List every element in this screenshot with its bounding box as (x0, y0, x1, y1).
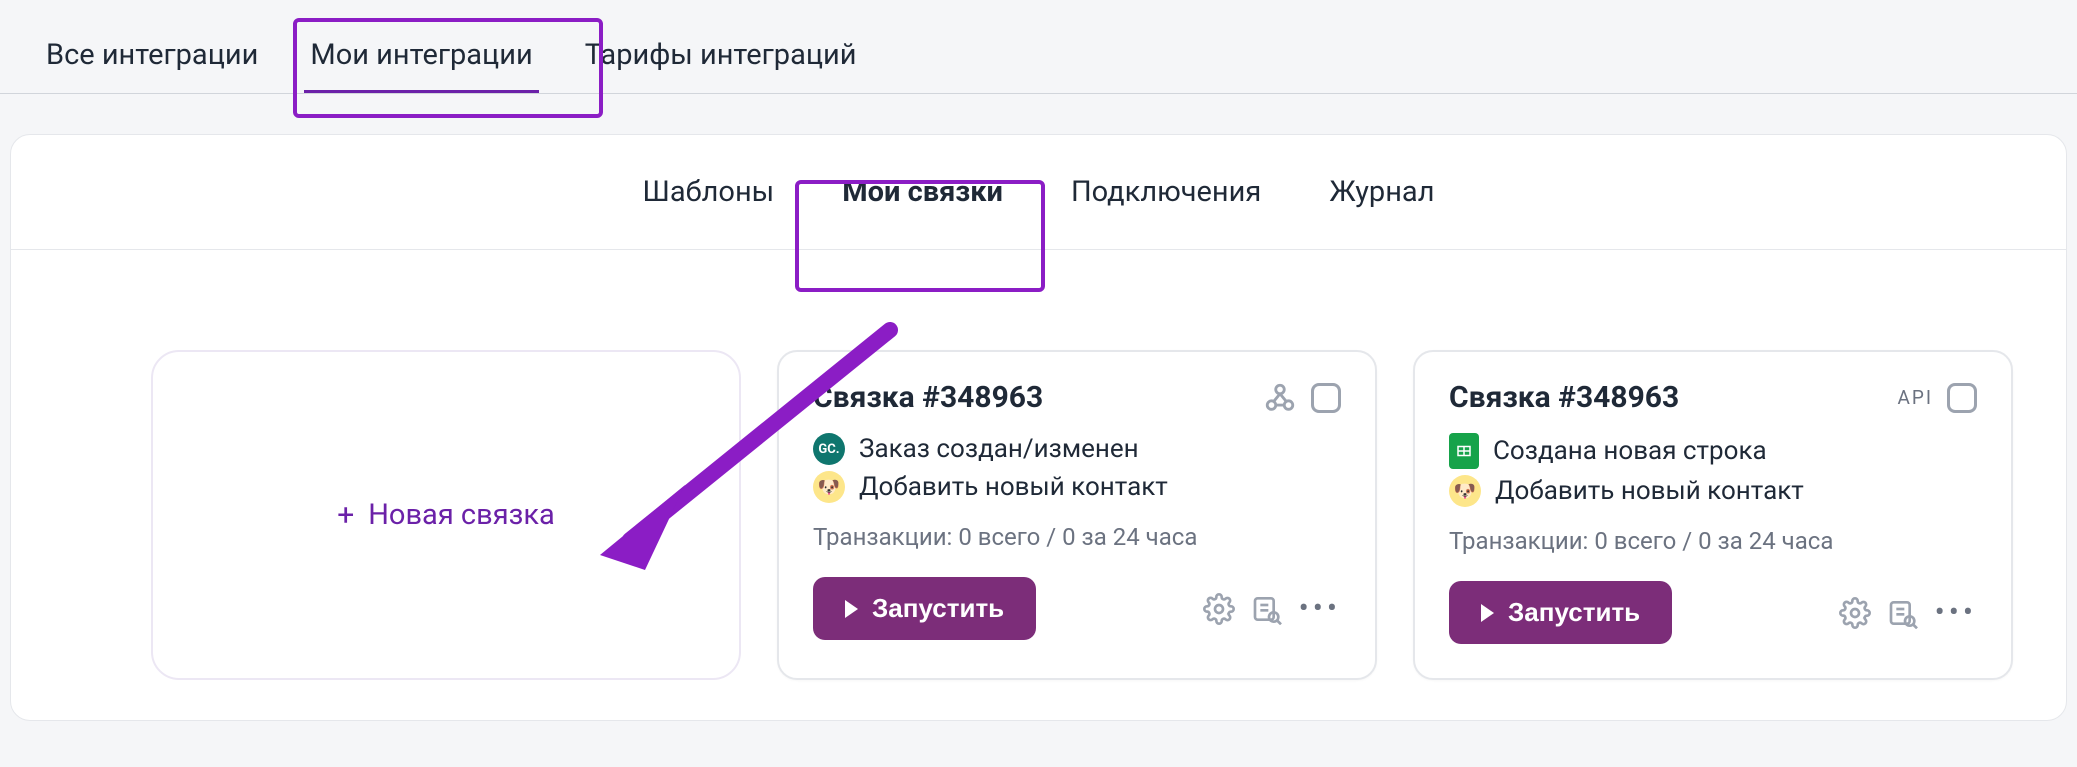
card-actions: Запустить ••• (1449, 581, 1977, 644)
card-checkbox[interactable] (1311, 383, 1341, 413)
play-icon (845, 600, 858, 618)
logs-icon[interactable] (1251, 593, 1283, 625)
tab-journal[interactable]: Журнал (1329, 175, 1434, 209)
run-button[interactable]: Запустить (813, 577, 1036, 640)
play-icon (1481, 604, 1494, 622)
run-label: Запустить (872, 593, 1004, 624)
main-panel: Шаблоны Мои связки Подключения Журнал + … (10, 134, 2067, 721)
card-actions: Запустить ••• (813, 577, 1341, 640)
inner-tabs: Шаблоны Мои связки Подключения Журнал (11, 135, 2066, 250)
gear-icon[interactable] (1839, 597, 1871, 629)
transactions-text: Транзакции: 0 всего / 0 за 24 часа (813, 523, 1341, 551)
logs-icon[interactable] (1887, 597, 1919, 629)
google-sheets-icon (1449, 433, 1479, 469)
gear-icon[interactable] (1203, 593, 1235, 625)
card-title: Связка #348963 (1449, 380, 1679, 415)
transactions-text: Транзакции: 0 всего / 0 за 24 часа (1449, 527, 1977, 555)
card-step-2: 🐶 Добавить новый контакт (1449, 475, 1977, 507)
tab-integration-tariffs[interactable]: Тарифы интеграций (579, 20, 863, 93)
tab-my-links[interactable]: Мои связки (842, 175, 1003, 209)
card-header: Связка #348963 (813, 380, 1341, 415)
card-step-2: 🐶 Добавить новый контакт (813, 471, 1341, 503)
more-icon[interactable]: ••• (1935, 595, 1977, 630)
webhook-icon (1263, 381, 1297, 415)
card-header: Связка #348963 API (1449, 380, 1977, 415)
step-label: Добавить новый контакт (1495, 476, 1804, 506)
step-label: Заказ создан/изменен (859, 434, 1139, 464)
card-checkbox[interactable] (1947, 383, 1977, 413)
getcourse-icon: GC. (813, 433, 845, 465)
tab-templates[interactable]: Шаблоны (643, 175, 775, 209)
new-link-label: Новая связка (368, 498, 555, 532)
new-link-card[interactable]: + Новая связка (151, 350, 741, 680)
step-label: Добавить новый контакт (859, 472, 1168, 502)
cards-row: + Новая связка Связка #348963 GC. (11, 250, 2066, 720)
card-step-1: GC. Заказ создан/изменен (813, 433, 1341, 465)
run-label: Запустить (1508, 597, 1640, 628)
contact-icon: 🐶 (813, 471, 845, 503)
integration-card: Связка #348963 GC. Заказ создан/изменен … (777, 350, 1377, 680)
tab-my-integrations[interactable]: Мои интеграции (304, 20, 538, 93)
run-button[interactable]: Запустить (1449, 581, 1672, 644)
step-label: Создана новая строка (1493, 436, 1767, 466)
top-tabs: Все интеграции Мои интеграции Тарифы инт… (0, 0, 2077, 94)
plus-icon: + (337, 498, 354, 533)
card-step-1: Создана новая строка (1449, 433, 1977, 469)
card-title: Связка #348963 (813, 380, 1043, 415)
tab-connections[interactable]: Подключения (1071, 175, 1261, 209)
more-icon[interactable]: ••• (1299, 591, 1341, 626)
integration-card: Связка #348963 API Создана новая строка … (1413, 350, 2013, 680)
api-badge: API (1897, 386, 1933, 409)
tab-all-integrations[interactable]: Все интеграции (40, 20, 264, 93)
contact-icon: 🐶 (1449, 475, 1481, 507)
